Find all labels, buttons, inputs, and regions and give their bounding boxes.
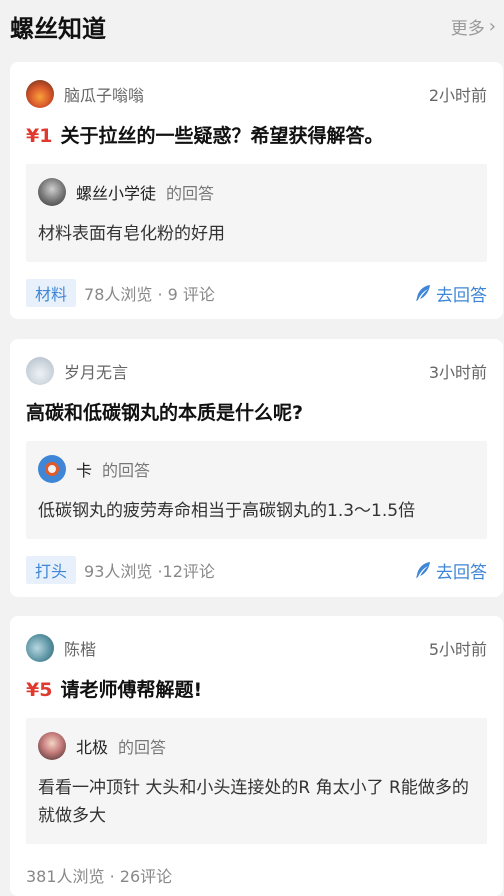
view-comment-stats: 381人浏览 · 26评论	[26, 867, 173, 886]
question-title[interactable]: ¥1 关于拉丝的一些疑惑？希望获得解答。	[10, 122, 503, 150]
bounty-badge: ¥1	[26, 125, 53, 147]
answerer-avatar[interactable]	[38, 732, 66, 760]
answer-text: 材料表面有皂化粉的好用	[38, 224, 225, 244]
question-title[interactable]: 高碳和低碳钢丸的本质是什么呢?	[10, 399, 503, 427]
question-text: 请老师傅帮解题!	[60, 679, 203, 701]
author-name[interactable]: 陈楷	[64, 636, 96, 660]
go-answer-button[interactable]: 去回答	[414, 281, 487, 306]
author-avatar[interactable]	[26, 357, 54, 385]
answerer-name[interactable]: 螺丝小学徒	[76, 180, 156, 204]
author-name[interactable]: 脑瓜子嗡嗡	[64, 82, 144, 106]
answered-label: 的回答	[102, 461, 151, 480]
go-answer-label: 去回答	[436, 285, 487, 306]
section-title: 螺丝知道	[10, 14, 106, 43]
go-answer-label: 去回答	[436, 562, 487, 583]
quill-icon	[416, 562, 430, 578]
answerer-name[interactable]: 卡	[76, 457, 92, 481]
post-time: 2小时前	[428, 86, 487, 105]
more-link[interactable]: 更多 ›	[451, 14, 496, 39]
bounty-badge: ¥5	[26, 679, 53, 701]
answer-text: 低碳钢丸的疲劳寿命相当于高碳钢丸的1.3～1.5倍	[38, 501, 416, 521]
avatar-glyph-icon	[45, 462, 59, 476]
post-time: 5小时前	[428, 640, 487, 659]
go-answer-button[interactable]: 去回答	[414, 558, 487, 583]
view-comment-stats: 78人浏览 · 9 评论	[84, 285, 215, 304]
author-avatar[interactable]	[26, 634, 54, 662]
view-comment-stats: 93人浏览 ·12评论	[84, 562, 215, 581]
section-header: 螺丝知道 更多 ›	[0, 0, 504, 52]
answered-label: 的回答	[118, 738, 167, 757]
answerer-name[interactable]: 北极	[76, 734, 108, 758]
question-text: 高碳和低碳钢丸的本质是什么呢?	[26, 402, 304, 424]
answered-label: 的回答	[166, 184, 215, 203]
more-label: 更多	[450, 18, 485, 39]
quill-icon	[416, 285, 430, 301]
answerer-avatar[interactable]	[38, 178, 66, 206]
chevron-right-icon: ›	[488, 15, 496, 37]
post-time: 3小时前	[428, 363, 487, 382]
answer-preview[interactable]: 卡 的回答 低碳钢丸的疲劳寿命相当于高碳钢丸的1.3～1.5倍	[26, 441, 487, 539]
answer-text: 看看一冲顶针 大头和小头连接处的R 角太小了 R能做多的就做多大	[38, 778, 469, 826]
question-card[interactable]: 脑瓜子嗡嗡 2小时前 ¥1 关于拉丝的一些疑惑？希望获得解答。 螺丝小学徒 的回…	[10, 62, 503, 319]
question-card[interactable]: 岁月无言 3小时前 高碳和低碳钢丸的本质是什么呢? 卡 的回答 低碳钢丸的疲劳寿…	[10, 339, 503, 597]
question-title[interactable]: ¥5 请老师傅帮解题!	[10, 676, 503, 704]
author-name[interactable]: 岁月无言	[64, 359, 128, 383]
question-text: 关于拉丝的一些疑惑？希望获得解答。	[60, 125, 384, 147]
author-avatar[interactable]	[26, 80, 54, 108]
category-tag[interactable]: 材料	[26, 279, 77, 307]
category-tag[interactable]: 打头	[26, 556, 77, 584]
answer-preview[interactable]: 螺丝小学徒 的回答 材料表面有皂化粉的好用	[26, 164, 487, 262]
question-card[interactable]: 陈楷 5小时前 ¥5 请老师傅帮解题! 北极 的回答 看看一冲顶针 大头和小头连…	[10, 616, 503, 896]
answerer-avatar[interactable]	[38, 455, 66, 483]
answer-preview[interactable]: 北极 的回答 看看一冲顶针 大头和小头连接处的R 角太小了 R能做多的就做多大	[26, 718, 487, 844]
